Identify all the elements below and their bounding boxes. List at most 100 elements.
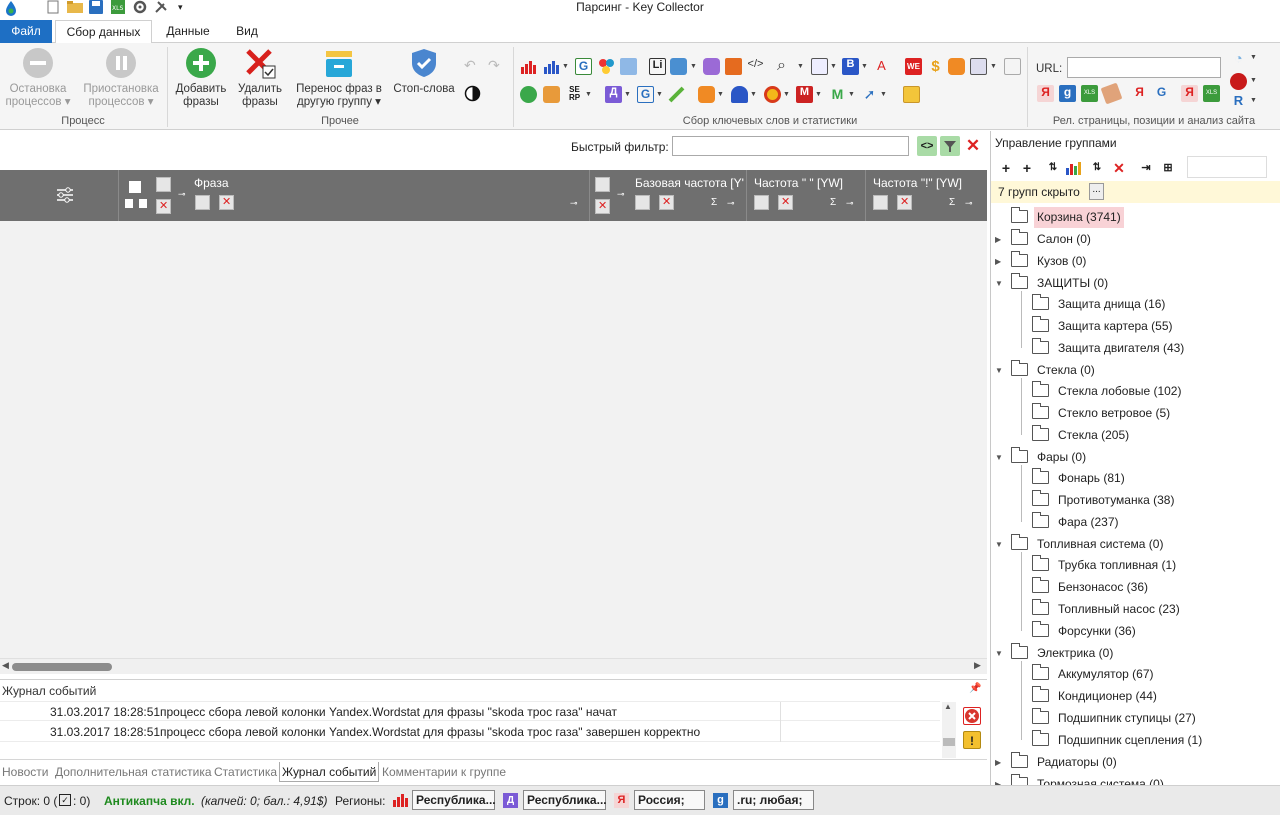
hat-icon[interactable]	[731, 86, 748, 103]
google-position-icon[interactable]: g	[1059, 85, 1076, 102]
pause-processes-button[interactable]: Приостановка процессов ▾	[80, 47, 162, 109]
trend-chart-icon[interactable]	[725, 58, 742, 75]
tab-event-log[interactable]: Журнал событий	[279, 762, 380, 782]
add-phrases-button[interactable]: Добавить фразы	[172, 47, 230, 109]
warning-icon[interactable]: !	[963, 731, 981, 749]
chevron-down-icon[interactable]: ▼	[990, 63, 997, 70]
pin-icon[interactable]: ⊸	[570, 198, 578, 209]
contrast-icon[interactable]	[464, 85, 481, 102]
expand-arrow-icon[interactable]: ▶	[995, 251, 1005, 272]
filter-icon[interactable]	[635, 195, 650, 210]
chevron-down-icon[interactable]: ▼	[750, 91, 757, 98]
tab-view[interactable]: Вид	[224, 20, 270, 43]
chevron-down-icon[interactable]: ▼	[830, 63, 837, 70]
chevron-down-icon[interactable]: ▼	[656, 91, 663, 98]
puzzle-icon[interactable]	[543, 86, 560, 103]
pin-icon[interactable]: ⊸	[965, 198, 973, 209]
direct-icon[interactable]: Д	[605, 86, 622, 103]
search-icon[interactable]: ⌕	[777, 57, 794, 74]
xls-report-icon[interactable]: XLS	[1203, 85, 1220, 102]
log-row[interactable]: 31.03.2017 18:28:51 процесс сбора левой …	[0, 722, 940, 742]
webmaster-icon[interactable]: WE	[905, 58, 922, 75]
bing-icon[interactable]: B	[842, 58, 859, 75]
clear-filter-icon[interactable]	[897, 195, 912, 210]
hand-pointer-icon[interactable]	[698, 86, 715, 103]
leaf-icon[interactable]	[668, 86, 685, 103]
clear-filter-icon[interactable]	[778, 195, 793, 210]
column-settings-icon[interactable]	[55, 186, 75, 207]
collapse-arrow-icon[interactable]: ▼	[995, 447, 1005, 468]
delete-group-icon[interactable]: ✕	[1110, 160, 1128, 176]
tab-stats[interactable]: Статистика	[212, 762, 279, 782]
pin-icon[interactable]: 📌	[969, 683, 981, 694]
stop-processes-button[interactable]: Остановка процессов ▾	[2, 47, 74, 109]
tab-data[interactable]: Данные	[156, 20, 220, 43]
seo-icon[interactable]: SE RP	[566, 86, 583, 103]
chart-window-icon[interactable]	[811, 58, 828, 75]
chevron-down-icon[interactable]: ▼	[861, 63, 868, 70]
lightbulb-icon[interactable]: ◔	[1230, 50, 1247, 67]
pin-icon[interactable]: ⊸	[727, 198, 735, 209]
region-google[interactable]: .ru; любая; ...	[733, 790, 814, 815]
yandex-icon[interactable]: Я	[1181, 85, 1198, 102]
code-toggle-icon[interactable]: <>	[917, 136, 937, 156]
chevron-down-icon[interactable]: ▼	[624, 91, 631, 98]
expand-arrow-icon[interactable]: ▶	[995, 752, 1005, 773]
chevron-down-icon[interactable]: ▼	[1250, 54, 1257, 61]
chevron-down-icon[interactable]: ▼	[1250, 97, 1257, 104]
mail-ru-icon[interactable]: M	[796, 86, 813, 103]
add-group-icon[interactable]: +	[997, 160, 1015, 176]
chevron-down-icon[interactable]: ▼	[690, 63, 697, 70]
scroll-right-icon[interactable]: ▶	[974, 660, 981, 671]
filter-icon[interactable]	[754, 195, 769, 210]
wordstat-bars-icon[interactable]	[520, 58, 537, 75]
quick-filter-input[interactable]	[672, 136, 909, 156]
move-phrases-button[interactable]: Перенос фраз в другую группу ▾	[292, 47, 386, 109]
r-icon[interactable]: R	[1230, 93, 1247, 110]
column-frequency-exclamation[interactable]: Частота "!" [YW] Σ ⊸	[866, 170, 987, 221]
red-ball-icon[interactable]	[1230, 73, 1247, 90]
hand-icon[interactable]	[948, 58, 965, 75]
collapse-arrow-icon[interactable]: ▼	[995, 273, 1005, 294]
undo-icon[interactable]: ↶	[464, 57, 481, 74]
scroll-left-icon[interactable]: ◀	[2, 660, 9, 671]
tab-extra-stats[interactable]: Дополнительная статистика	[53, 762, 214, 782]
select-all-checkbox[interactable]	[129, 181, 141, 193]
log-vertical-scrollbar[interactable]: ▲	[942, 702, 956, 758]
chevron-down-icon[interactable]: ▼	[848, 91, 855, 98]
clear-errors-icon[interactable]	[963, 707, 981, 725]
region-yandex[interactable]: Россия; .ru;	[634, 790, 705, 815]
sum-icon[interactable]: Σ	[949, 197, 955, 208]
dollar-icon[interactable]: $	[927, 58, 944, 75]
wordstat-batch-icon[interactable]	[543, 58, 560, 75]
code-icon[interactable]: </>	[747, 58, 764, 75]
rambler-icon[interactable]	[670, 58, 687, 75]
mail-stats-icon[interactable]	[703, 58, 720, 75]
box-icon[interactable]	[903, 86, 920, 103]
clear-filter-icon[interactable]	[156, 199, 171, 214]
yandex-check-icon[interactable]: Я	[1131, 85, 1148, 102]
xls-icon[interactable]: XLS	[1081, 85, 1098, 102]
tab-file[interactable]: Файл	[0, 20, 52, 43]
collapse-arrow-icon[interactable]: ▼	[995, 643, 1005, 664]
grid-body[interactable]	[0, 221, 987, 658]
liveinternet-icon[interactable]: Li	[649, 58, 666, 75]
sort-groups-az-icon[interactable]: ⇅	[1044, 160, 1062, 176]
clear-filter-icon[interactable]	[659, 195, 674, 210]
group-stats-icon[interactable]	[1065, 160, 1083, 176]
column-base-frequency[interactable]: ⊸ Базовая частота [Y' Σ ⊸	[590, 170, 747, 221]
sum-icon[interactable]: Σ	[830, 197, 836, 208]
tab-data-collection[interactable]: Сбор данных	[55, 20, 152, 44]
chevron-down-icon[interactable]: ▼	[815, 91, 822, 98]
filter-icon[interactable]	[156, 177, 171, 192]
colorful-dots-icon[interactable]	[598, 58, 615, 75]
yandex-position-icon[interactable]: Я	[1037, 85, 1054, 102]
pin-icon[interactable]: ⊸	[617, 189, 625, 200]
arrow-export-icon[interactable]: ➚	[861, 86, 878, 103]
google-check-icon[interactable]: G	[1153, 85, 1170, 102]
collapse-arrow-icon[interactable]: ▼	[995, 360, 1005, 381]
tab-news[interactable]: Новости	[0, 762, 50, 782]
clear-filter-icon[interactable]	[595, 199, 610, 214]
chevron-down-icon[interactable]: ▼	[562, 63, 569, 70]
scroll-up-icon[interactable]: ▲	[944, 702, 952, 711]
